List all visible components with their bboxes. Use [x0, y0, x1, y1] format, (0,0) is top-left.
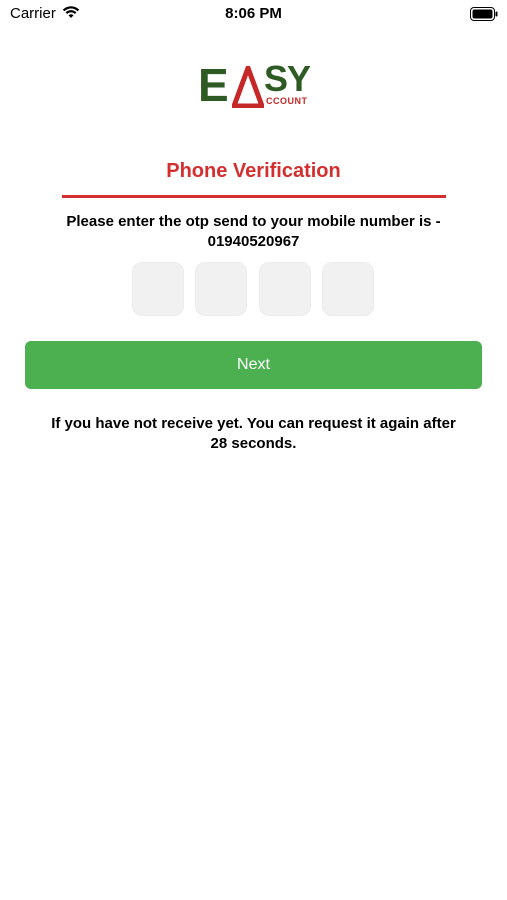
easy-account-logo: E SY CCOUNT	[198, 58, 311, 112]
phone-number: 01940520967	[207, 233, 300, 250]
title-underline	[62, 195, 446, 198]
otp-digit-2-input[interactable]	[195, 262, 247, 316]
logo-triangle-icon	[232, 66, 264, 108]
battery-icon	[470, 7, 498, 21]
page-title: Phone Verification	[166, 160, 341, 182]
status-time: 8:06 PM	[225, 5, 282, 22]
otp-input-row	[132, 262, 377, 316]
otp-digit-1-input[interactable]	[132, 262, 184, 316]
otp-digit-3-input[interactable]	[259, 262, 311, 316]
resend-countdown: 28 seconds.	[210, 435, 297, 452]
logo-letter-e: E	[198, 59, 229, 111]
otp-instruction: Please enter the otp send to your mobile…	[30, 212, 477, 252]
instruction-text: Please enter the otp send to your mobile…	[66, 213, 441, 230]
next-button[interactable]: Next	[25, 341, 482, 389]
phone-verification-screen: Carrier 8:06 PM E SY CCOUNT Phone Verifi…	[0, 0, 507, 900]
otp-digit-4-input[interactable]	[322, 262, 374, 316]
resend-info: If you have not receive yet. You can req…	[20, 414, 487, 454]
logo-subtitle: CCOUNT	[266, 96, 308, 106]
resend-info-line1: If you have not receive yet. You can req…	[51, 415, 456, 432]
status-bar: Carrier 8:06 PM	[0, 0, 507, 28]
logo-letters-sy: SY	[264, 58, 311, 99]
